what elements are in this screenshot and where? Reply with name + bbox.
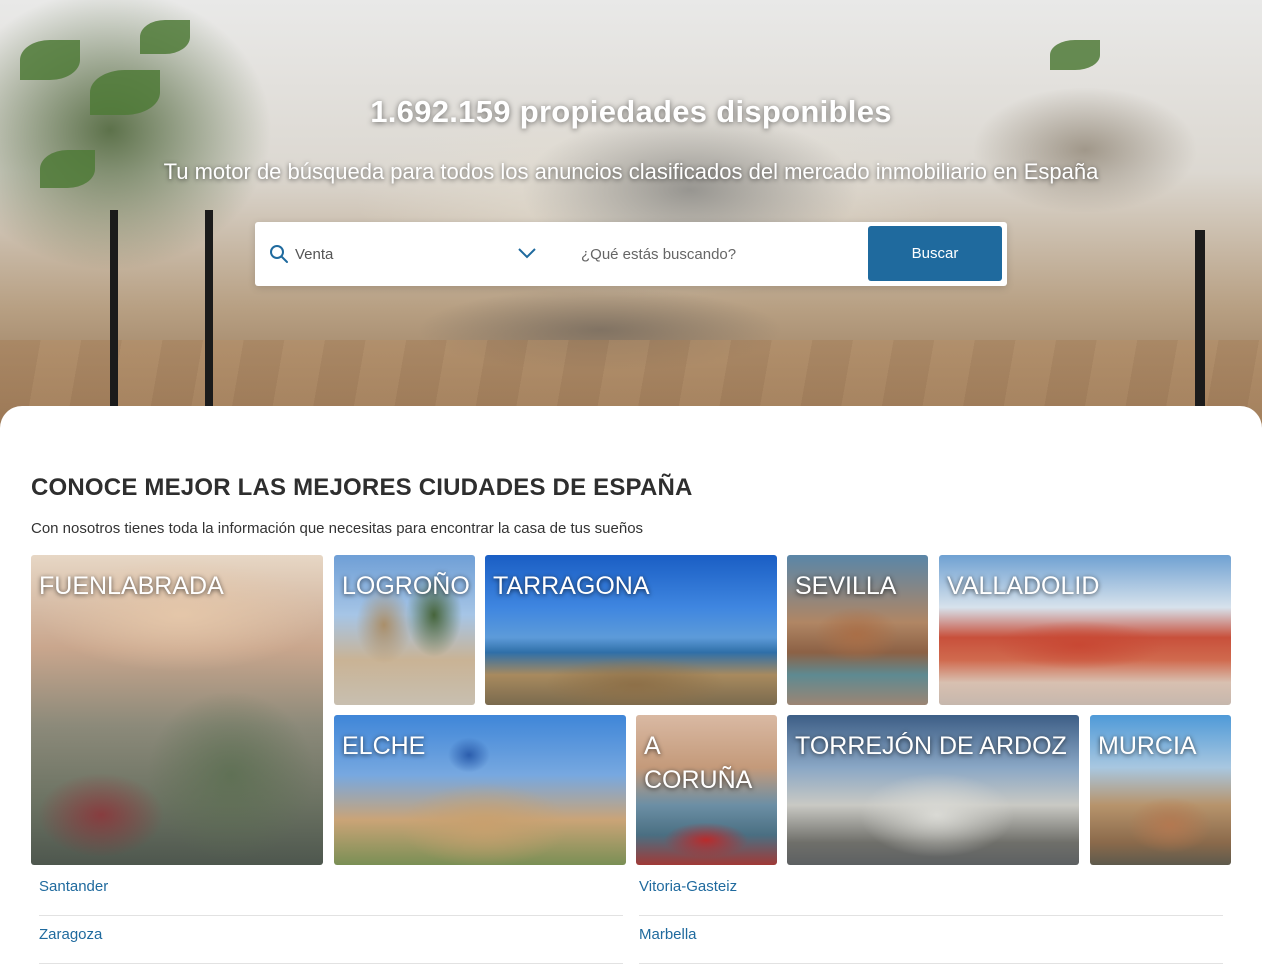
city-tile-name: LOGROÑO bbox=[342, 572, 470, 600]
city-tile-tarragona[interactable]: TARRAGONA bbox=[485, 555, 777, 705]
city-tile-name: FUENLABRADA bbox=[39, 572, 224, 600]
city-tile-name: TARRAGONA bbox=[493, 572, 650, 600]
city-tile-a-coruna[interactable]: A CORUÑA bbox=[636, 715, 777, 865]
hero-banner: 1.692.159 propiedades disponibles Tu mot… bbox=[0, 0, 1262, 430]
search-button[interactable]: Buscar bbox=[868, 226, 1002, 281]
city-tile-name: ELCHE bbox=[342, 732, 426, 760]
city-tile-torrejon-de-ardoz[interactable]: TORREJÓN DE ARDOZ bbox=[787, 715, 1079, 865]
search-input[interactable] bbox=[581, 238, 851, 270]
city-tile-elche[interactable]: ELCHE bbox=[334, 715, 626, 865]
search-box: Venta Buscar bbox=[255, 222, 1007, 286]
city-tile-name: VALLADOLID bbox=[947, 572, 1100, 600]
city-tile-name: TORREJÓN DE ARDOZ bbox=[795, 732, 1067, 760]
stand-leg-decor bbox=[205, 210, 213, 410]
search-icon bbox=[269, 244, 289, 264]
cities-section: CONOCE MEJOR LAS MEJORES CIUDADES DE ESP… bbox=[0, 406, 1262, 966]
section-title: CONOCE MEJOR LAS MEJORES CIUDADES DE ESP… bbox=[31, 474, 693, 501]
city-tile-valladolid[interactable]: VALLADOLID bbox=[939, 555, 1231, 705]
plant-leaf-decor bbox=[140, 20, 190, 54]
chevron-down-icon[interactable] bbox=[517, 246, 537, 260]
hero-title: 1.692.159 propiedades disponibles bbox=[370, 94, 892, 129]
plant-leaf-decor bbox=[1050, 40, 1100, 70]
city-tile-name: A CORUÑA bbox=[644, 732, 753, 794]
stand-leg-decor bbox=[110, 210, 118, 410]
city-link-row: Zaragoza bbox=[39, 916, 623, 964]
table-leg-decor bbox=[1195, 230, 1205, 410]
plant-leaf-decor bbox=[20, 40, 80, 80]
city-tile-logrono[interactable]: LOGROÑO bbox=[334, 555, 475, 705]
city-tile-name: SEVILLA bbox=[795, 572, 897, 600]
section-subtitle: Con nosotros tienes toda la información … bbox=[31, 520, 644, 537]
city-link-row: Vitoria-Gasteiz bbox=[639, 868, 1223, 916]
city-tile-murcia[interactable]: MURCIA bbox=[1090, 715, 1231, 865]
operation-type-select[interactable]: Venta bbox=[255, 222, 555, 286]
city-link-santander[interactable]: Santander bbox=[39, 878, 108, 895]
city-link-row: Marbella bbox=[639, 916, 1223, 964]
city-link-row: Santander bbox=[39, 868, 623, 916]
hero-subtitle: Tu motor de búsqueda para todos los anun… bbox=[163, 159, 1099, 184]
city-link-vitoria-gasteiz[interactable]: Vitoria-Gasteiz bbox=[639, 878, 737, 895]
operation-type-value: Venta bbox=[295, 246, 334, 263]
city-link-zaragoza[interactable]: Zaragoza bbox=[39, 926, 102, 943]
city-tile-sevilla[interactable]: SEVILLA bbox=[787, 555, 928, 705]
city-tile-fuenlabrada[interactable]: FUENLABRADA bbox=[31, 555, 323, 865]
city-tile-name: MURCIA bbox=[1098, 732, 1197, 760]
city-link-marbella[interactable]: Marbella bbox=[639, 926, 697, 943]
